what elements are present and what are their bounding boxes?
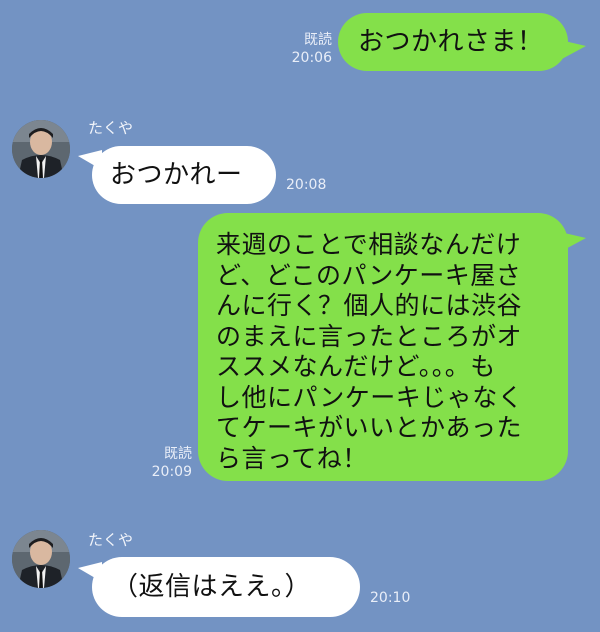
- message-bubble[interactable]: （返信はええ。）: [92, 557, 360, 617]
- read-receipt: 既読: [164, 446, 192, 462]
- message-bubble[interactable]: おつかれさま！: [338, 13, 568, 71]
- message-meta: 既読 20:06: [280, 31, 332, 67]
- profile-photo-icon[interactable]: [12, 530, 70, 588]
- timestamp: 20:09: [151, 464, 192, 480]
- timestamp: 20:06: [291, 50, 332, 66]
- bubble-tail: [560, 232, 586, 252]
- message-text: 来週のことで相談なんだけ ど、どこのパンケーキ屋さ んに行く？個人的には渋谷 の…: [216, 230, 524, 473]
- sender-name: たくや: [88, 119, 134, 137]
- timestamp: 20:08: [286, 177, 327, 193]
- bubble-tail: [560, 40, 586, 60]
- read-receipt: 既読: [304, 32, 332, 48]
- timestamp: 20:10: [370, 590, 411, 606]
- message-text: （返信はええ。）: [112, 572, 312, 602]
- message-text: おつかれー: [110, 160, 243, 190]
- message-bubble[interactable]: 来週のことで相談なんだけ ど、どこのパンケーキ屋さ んに行く？個人的には渋谷 の…: [198, 213, 568, 481]
- profile-photo-icon[interactable]: [12, 120, 70, 178]
- message-bubble[interactable]: おつかれー: [92, 146, 276, 204]
- sender-name: たくや: [88, 531, 134, 549]
- message-meta: 既読 20:09: [140, 445, 192, 481]
- message-text: おつかれさま！: [358, 27, 544, 57]
- chat-conversation: 既読 20:06 おつかれさま！ たくや おつかれー 20:08 既読 20:0…: [0, 0, 600, 632]
